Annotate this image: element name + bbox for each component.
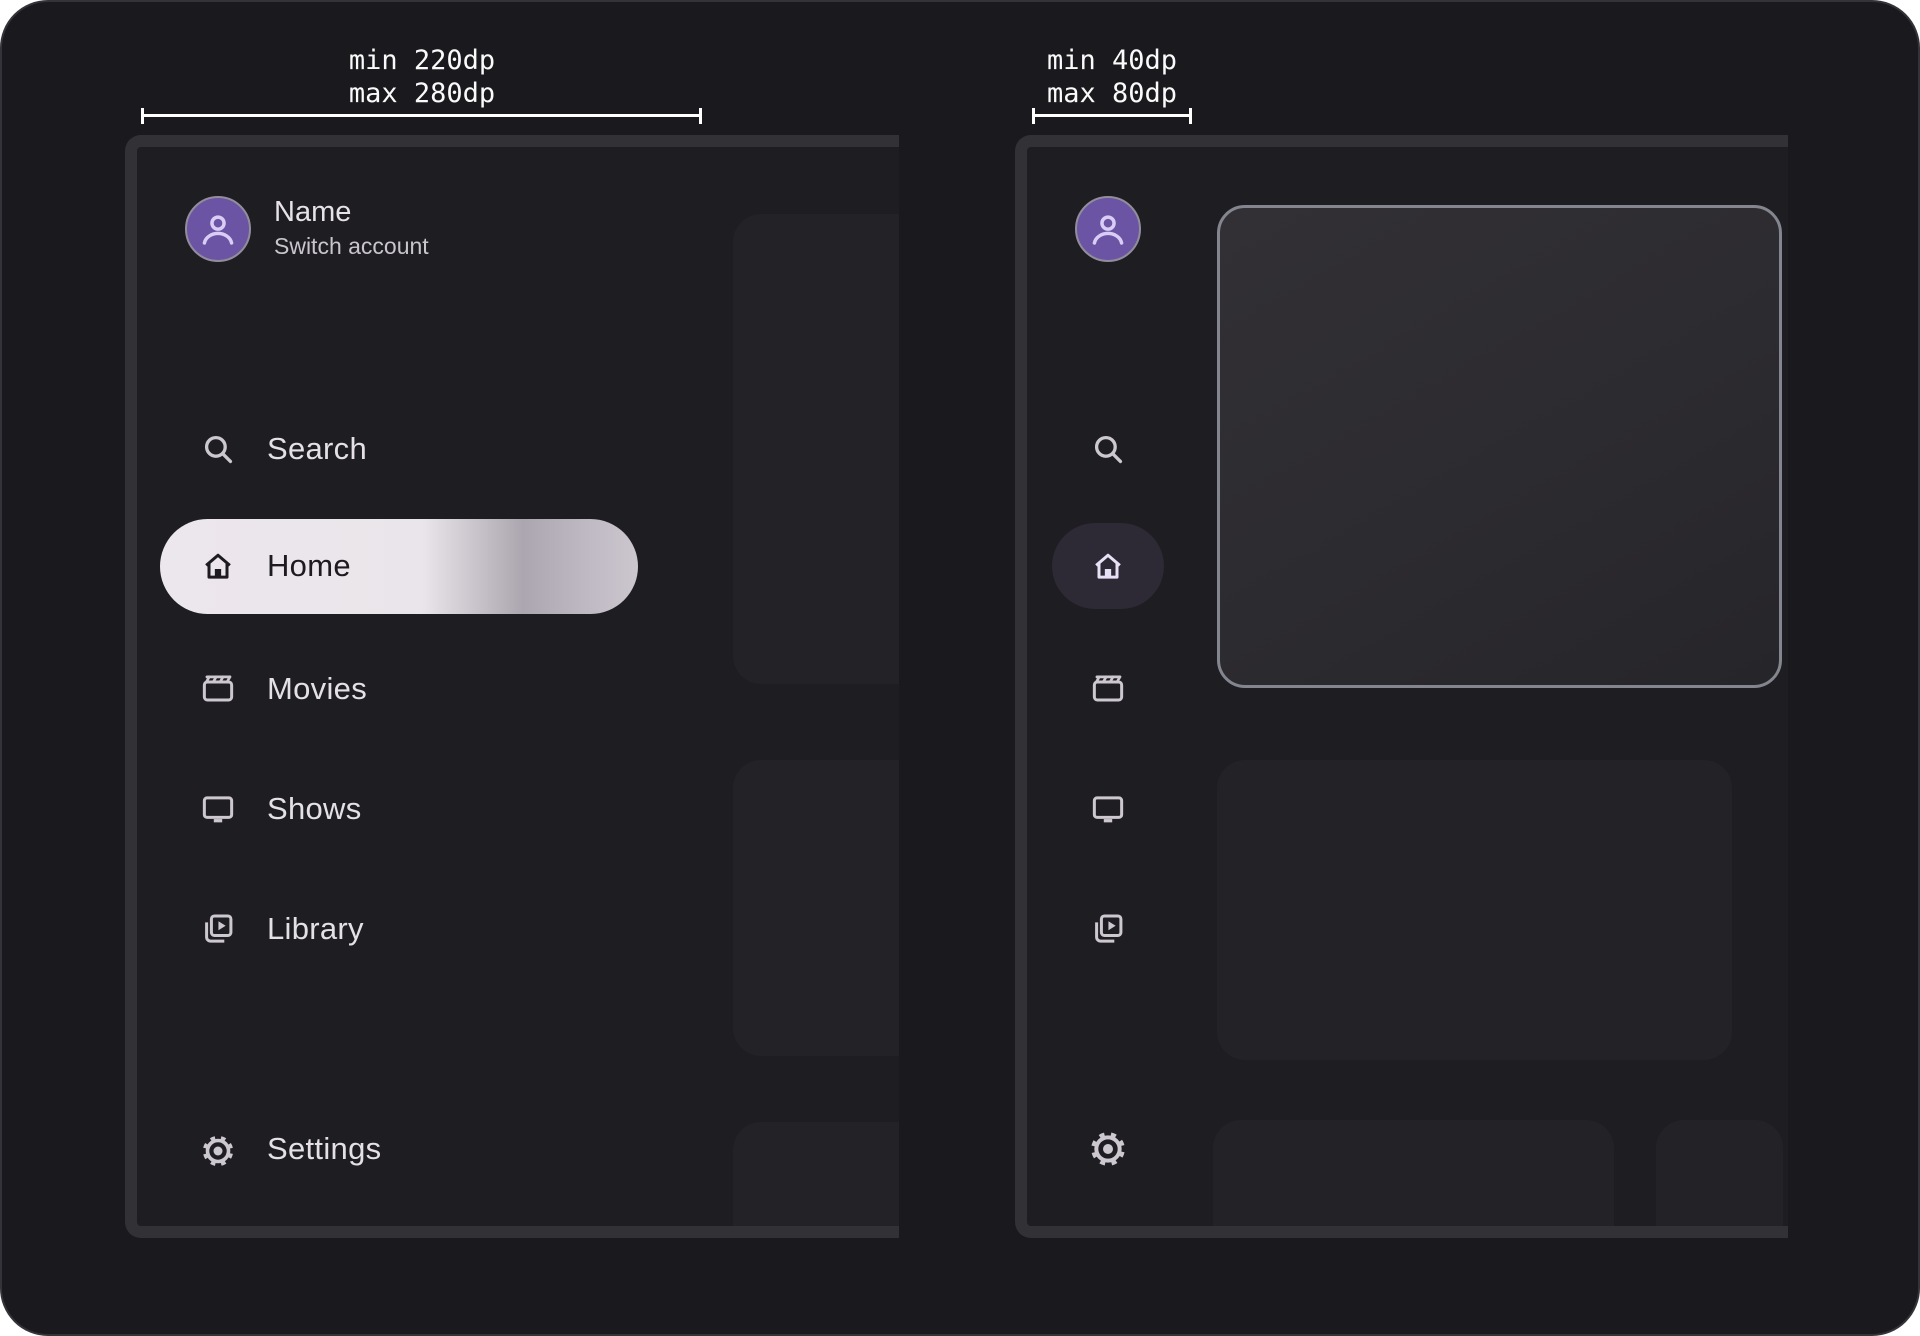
switch-account-label: Switch account <box>274 233 429 259</box>
tv-icon <box>200 791 236 827</box>
ruler-tick <box>699 108 702 124</box>
account-avatar[interactable] <box>185 196 251 262</box>
ruler-line <box>1032 114 1192 117</box>
account-name: Name <box>274 196 352 228</box>
measurement-line-min: min 220dp <box>348 45 496 76</box>
movie-icon <box>1092 675 1124 702</box>
settings-icon <box>1091 1132 1125 1166</box>
drawer-item-label: Search <box>267 431 368 466</box>
drawer-item-label: Settings <box>267 1131 382 1166</box>
home-icon <box>200 548 236 584</box>
rail-item-movies[interactable] <box>1072 653 1144 725</box>
settings-icon <box>200 1131 236 1167</box>
rail-item-library[interactable] <box>1072 893 1144 965</box>
rail-item-settings[interactable] <box>1072 1113 1144 1185</box>
drawer-item-movies[interactable]: Movies <box>137 641 777 737</box>
person-icon <box>202 215 234 245</box>
drawer-item-label: Shows <box>267 791 362 826</box>
drawer-item-label: Movies <box>267 671 367 706</box>
content-placeholder-card <box>733 214 899 684</box>
search-icon <box>1094 435 1123 464</box>
ruler-tick <box>1189 108 1192 124</box>
home-icon <box>1095 553 1121 579</box>
content-placeholder-card <box>1213 1120 1614 1226</box>
library-icon <box>1095 914 1123 943</box>
drawer-item-search[interactable]: Search <box>137 401 777 497</box>
collapsed-rail-measurement: min 40dp max 80dp <box>962 44 1262 110</box>
tv-drawer-spec-mock: min 220dp max 280dp min 40dp max 80dp Name… <box>0 0 1920 1336</box>
content-placeholder-card <box>733 1122 899 1226</box>
measurement-line-max: max 280dp <box>348 78 496 109</box>
measurement-line-max: max 80dp <box>1046 78 1178 109</box>
drawer-item-label: Home <box>267 548 351 583</box>
expanded-drawer-width-ruler <box>141 108 702 124</box>
drawer-item-shows[interactable]: Shows <box>137 761 777 857</box>
library-icon <box>200 911 236 947</box>
account-info[interactable]: Name Switch account <box>274 193 429 261</box>
expanded-navigation-drawer-panel: Name Switch account Search Home Movies S… <box>125 135 899 1238</box>
movie-icon <box>200 671 236 707</box>
person-icon <box>1092 215 1124 245</box>
drawer-item-library[interactable]: Library <box>137 881 777 977</box>
collapsed-rail-width-ruler <box>1032 108 1192 124</box>
account-avatar[interactable] <box>1075 196 1141 262</box>
expanded-drawer-measurement: min 220dp max 280dp <box>272 44 572 110</box>
collapsed-navigation-rail-panel <box>1015 135 1788 1238</box>
drawer-item-label: Library <box>267 911 364 946</box>
rail-item-home[interactable] <box>1072 530 1144 602</box>
search-icon <box>200 431 236 467</box>
measurement-line-min: min 40dp <box>1046 45 1178 76</box>
content-placeholder-card <box>733 760 899 1056</box>
drawer-item-settings[interactable]: Settings <box>137 1101 777 1197</box>
content-placeholder-card <box>1656 1120 1783 1226</box>
tv-icon <box>1092 796 1124 823</box>
rail-item-shows[interactable] <box>1072 773 1144 845</box>
focused-content-card <box>1217 205 1782 688</box>
rail-item-search[interactable] <box>1072 413 1144 485</box>
content-placeholder-card <box>1217 760 1732 1060</box>
ruler-line <box>141 114 702 117</box>
drawer-item-home[interactable]: Home <box>137 518 777 614</box>
